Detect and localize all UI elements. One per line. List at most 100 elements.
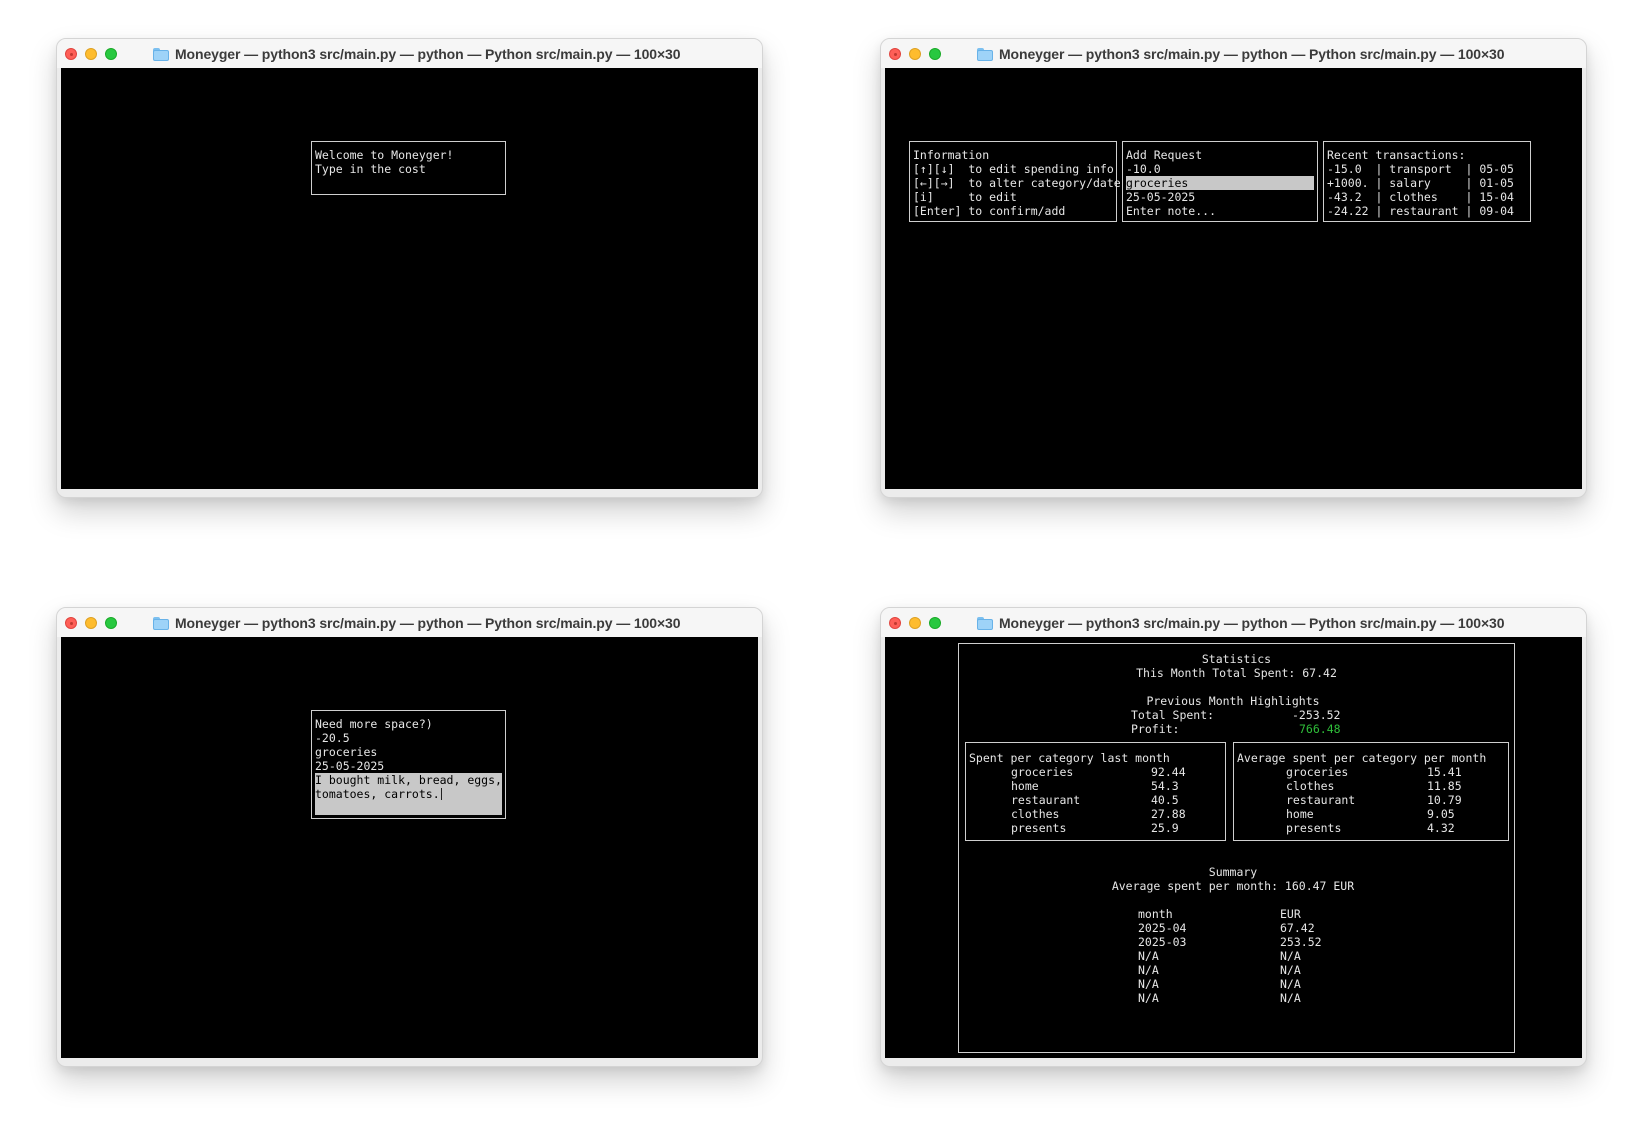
note-editor-title: Need more space?): [315, 717, 433, 731]
average-per-category-panel: Average spent per category per month gro…: [1233, 742, 1509, 841]
amount-field[interactable]: -10.0: [1126, 162, 1161, 176]
category-name: presents: [1286, 821, 1342, 835]
summary-month: 2025-03: [1138, 935, 1187, 949]
category-name: restaurant: [1286, 793, 1356, 807]
minimize-button[interactable]: [909, 617, 921, 629]
summary-column-header: EUR: [1280, 907, 1301, 921]
spent-per-category-panel: Spent per category last month groceries …: [965, 742, 1226, 841]
statistics-title: Statistics: [1201, 652, 1272, 666]
category-name: clothes: [1286, 779, 1335, 793]
date-field[interactable]: 25-05-2025: [315, 759, 384, 773]
spent-per-category-title: Spent per category last month: [969, 751, 1170, 765]
window-titlebar[interactable]: Moneyger — python3 src/main.py — python …: [57, 39, 762, 68]
summary-eur: N/A: [1280, 977, 1301, 991]
summary-eur: 253.52: [1280, 935, 1322, 949]
category-value: 15.41: [1427, 765, 1462, 779]
category-value: 27.88: [1151, 807, 1186, 821]
minimize-button[interactable]: [85, 617, 97, 629]
close-button[interactable]: [889, 617, 901, 629]
zoom-button[interactable]: [929, 617, 941, 629]
summary-eur: N/A: [1280, 949, 1301, 963]
total-spent-value: -253.52: [1292, 708, 1341, 722]
category-name: groceries: [1286, 765, 1349, 779]
add-request-panel: Add Request -10.0 groceries 25-05-2025 E…: [1122, 141, 1318, 222]
category-value: 25.9: [1151, 821, 1179, 835]
window-title: Moneyger — python3 src/main.py — python …: [999, 46, 1505, 62]
category-name: presents: [1011, 821, 1067, 835]
category-value: 4.32: [1427, 821, 1455, 835]
summary-column-header: month: [1138, 907, 1173, 921]
profit-value: 766.48: [1299, 722, 1341, 736]
window-title: Moneyger — python3 src/main.py — python …: [999, 615, 1505, 631]
folder-icon: [153, 47, 169, 61]
window-titlebar[interactable]: Moneyger — python3 src/main.py — python …: [881, 608, 1586, 637]
terminal-window-add-request: Moneyger — python3 src/main.py — python …: [880, 38, 1587, 498]
transaction-row: -15.0 | transport | 05-05: [1327, 162, 1514, 176]
transaction-row: +1000. | salary | 01-05: [1327, 176, 1514, 190]
summary-eur: N/A: [1280, 991, 1301, 1005]
recent-transactions-title: Recent transactions:: [1327, 148, 1466, 162]
category-selector[interactable]: groceries: [315, 745, 377, 759]
category-name: home: [1011, 779, 1039, 793]
profit-label: Profit:: [1131, 722, 1180, 736]
welcome-line: Welcome to Moneyger!: [315, 148, 454, 162]
average-per-category-title: Average spent per category per month: [1237, 751, 1487, 765]
total-spent-label: Total Spent:: [1131, 708, 1215, 722]
help-line: [Enter] to confirm/add: [913, 204, 1066, 218]
category-selector[interactable]: groceries: [1126, 176, 1314, 190]
window-title: Moneyger — python3 src/main.py — python …: [175, 46, 681, 62]
text-cursor: [440, 788, 442, 800]
note-field[interactable]: Enter note...: [1126, 204, 1216, 218]
category-value: 54.3: [1151, 779, 1179, 793]
folder-icon: [153, 616, 169, 630]
terminal-area[interactable]: Welcome to Moneyger! Type in the cost: [61, 68, 758, 489]
category-name: groceries: [1011, 765, 1074, 779]
amount-field[interactable]: -20.5: [315, 731, 350, 745]
zoom-button[interactable]: [105, 617, 117, 629]
terminal-area[interactable]: Information [↑][↓] to edit spending info…: [885, 68, 1582, 489]
note-line: tomatoes, carrots.: [315, 787, 442, 801]
average-per-month: Average spent per month: 160.47 EUR: [1111, 879, 1355, 893]
note-textarea[interactable]: I bought milk, bread, eggs, tomatoes, ca…: [315, 773, 502, 815]
summary-month: N/A: [1138, 977, 1159, 991]
note-line: I bought milk, bread, eggs,: [315, 773, 502, 787]
help-line: [i] to edit: [913, 190, 1017, 204]
category-name: clothes: [1011, 807, 1060, 821]
this-month-total: This Month Total Spent: 67.42: [1136, 666, 1337, 680]
close-button[interactable]: [889, 48, 901, 60]
category-value: 40.5: [1151, 793, 1179, 807]
help-line: [↑][↓] to edit spending info: [913, 162, 1114, 176]
window-titlebar[interactable]: Moneyger — python3 src/main.py — python …: [881, 39, 1586, 68]
category-value: 11.85: [1427, 779, 1462, 793]
zoom-button[interactable]: [929, 48, 941, 60]
cost-prompt: Type in the cost: [315, 162, 426, 176]
folder-icon: [977, 616, 993, 630]
category-name: restaurant: [1011, 793, 1081, 807]
date-field[interactable]: 25-05-2025: [1126, 190, 1195, 204]
zoom-button[interactable]: [105, 48, 117, 60]
window-title: Moneyger — python3 src/main.py — python …: [175, 615, 681, 631]
summary-month: N/A: [1138, 949, 1159, 963]
terminal-area[interactable]: Statistics This Month Total Spent: 67.42…: [885, 637, 1582, 1058]
previous-month-heading: Previous Month Highlights: [1146, 694, 1320, 708]
close-button[interactable]: [65, 617, 77, 629]
summary-eur: 67.42: [1280, 921, 1315, 935]
minimize-button[interactable]: [909, 48, 921, 60]
category-value: 10.79: [1427, 793, 1462, 807]
window-titlebar[interactable]: Moneyger — python3 src/main.py — python …: [57, 608, 762, 637]
note-editor-box: Need more space?) -20.5 groceries 25-05-…: [311, 710, 506, 819]
summary-month: N/A: [1138, 963, 1159, 977]
information-title: Information: [913, 148, 990, 162]
note-line-text: tomatoes, carrots.: [315, 787, 440, 801]
summary-eur: N/A: [1280, 963, 1301, 977]
transaction-row: -43.2 | clothes | 15-04: [1327, 190, 1514, 204]
summary-month: 2025-04: [1138, 921, 1187, 935]
terminal-window-note-editor: Moneyger — python3 src/main.py — python …: [56, 607, 763, 1067]
summary-title: Summary: [1208, 865, 1258, 879]
recent-transactions-panel: Recent transactions: -15.0 | transport |…: [1323, 141, 1531, 222]
information-panel: Information [↑][↓] to edit spending info…: [909, 141, 1121, 222]
terminal-window-statistics: Moneyger — python3 src/main.py — python …: [880, 607, 1587, 1067]
terminal-area[interactable]: Need more space?) -20.5 groceries 25-05-…: [61, 637, 758, 1058]
minimize-button[interactable]: [85, 48, 97, 60]
close-button[interactable]: [65, 48, 77, 60]
